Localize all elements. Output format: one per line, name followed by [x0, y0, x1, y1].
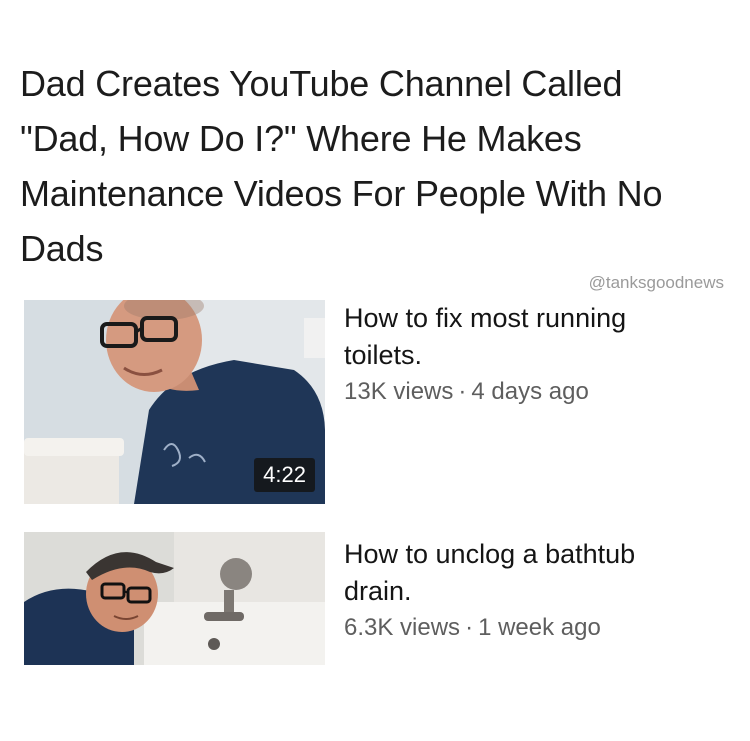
video-title-line[interactable]: How to unclog a bathtub	[344, 536, 724, 573]
video-title-line[interactable]: How to fix most running	[344, 300, 724, 337]
video-title-line[interactable]: toilets.	[344, 337, 724, 374]
headline-line: "Dad, How Do I?" Where He Makes	[20, 118, 582, 159]
man-by-bathtub-faucet-thumbnail	[24, 532, 325, 665]
headline: Dad Creates YouTube Channel Called "Dad,…	[20, 56, 720, 276]
video-age: 1 week ago	[478, 614, 601, 641]
video-item-running-toilets[interactable]: 4:22 How to fix most running toilets. 13…	[24, 300, 724, 505]
video-duration-badge: 4:22	[254, 458, 315, 492]
video-title-line[interactable]: drain.	[344, 573, 724, 610]
video-views: 13K views	[344, 378, 454, 405]
headline-line: Dads	[20, 228, 104, 269]
video-meta: How to fix most running toilets. 13K vie…	[344, 300, 724, 406]
video-item-bathtub-drain[interactable]: How to unclog a bathtub drain. 6.3K view…	[24, 532, 724, 665]
separator-dot: ·	[458, 378, 467, 405]
video-title[interactable]: How to fix most running toilets.	[344, 300, 724, 374]
video-thumbnail[interactable]: 4:22	[24, 300, 325, 504]
credit-handle: @tanksgoodnews	[588, 273, 724, 292]
video-age: 4 days ago	[471, 378, 589, 405]
video-stats: 6.3K views · 1 week ago	[344, 614, 724, 642]
video-meta: How to unclog a bathtub drain. 6.3K view…	[344, 536, 724, 642]
video-thumbnail[interactable]	[24, 532, 325, 665]
video-views: 6.3K views	[344, 614, 461, 641]
video-stats: 13K views · 4 days ago	[344, 378, 724, 406]
separator-dot: ·	[465, 614, 474, 641]
headline-line: Dad Creates YouTube Channel Called	[20, 63, 623, 104]
video-title[interactable]: How to unclog a bathtub drain.	[344, 536, 724, 610]
headline-line: Maintenance Videos For People With No	[20, 173, 663, 214]
